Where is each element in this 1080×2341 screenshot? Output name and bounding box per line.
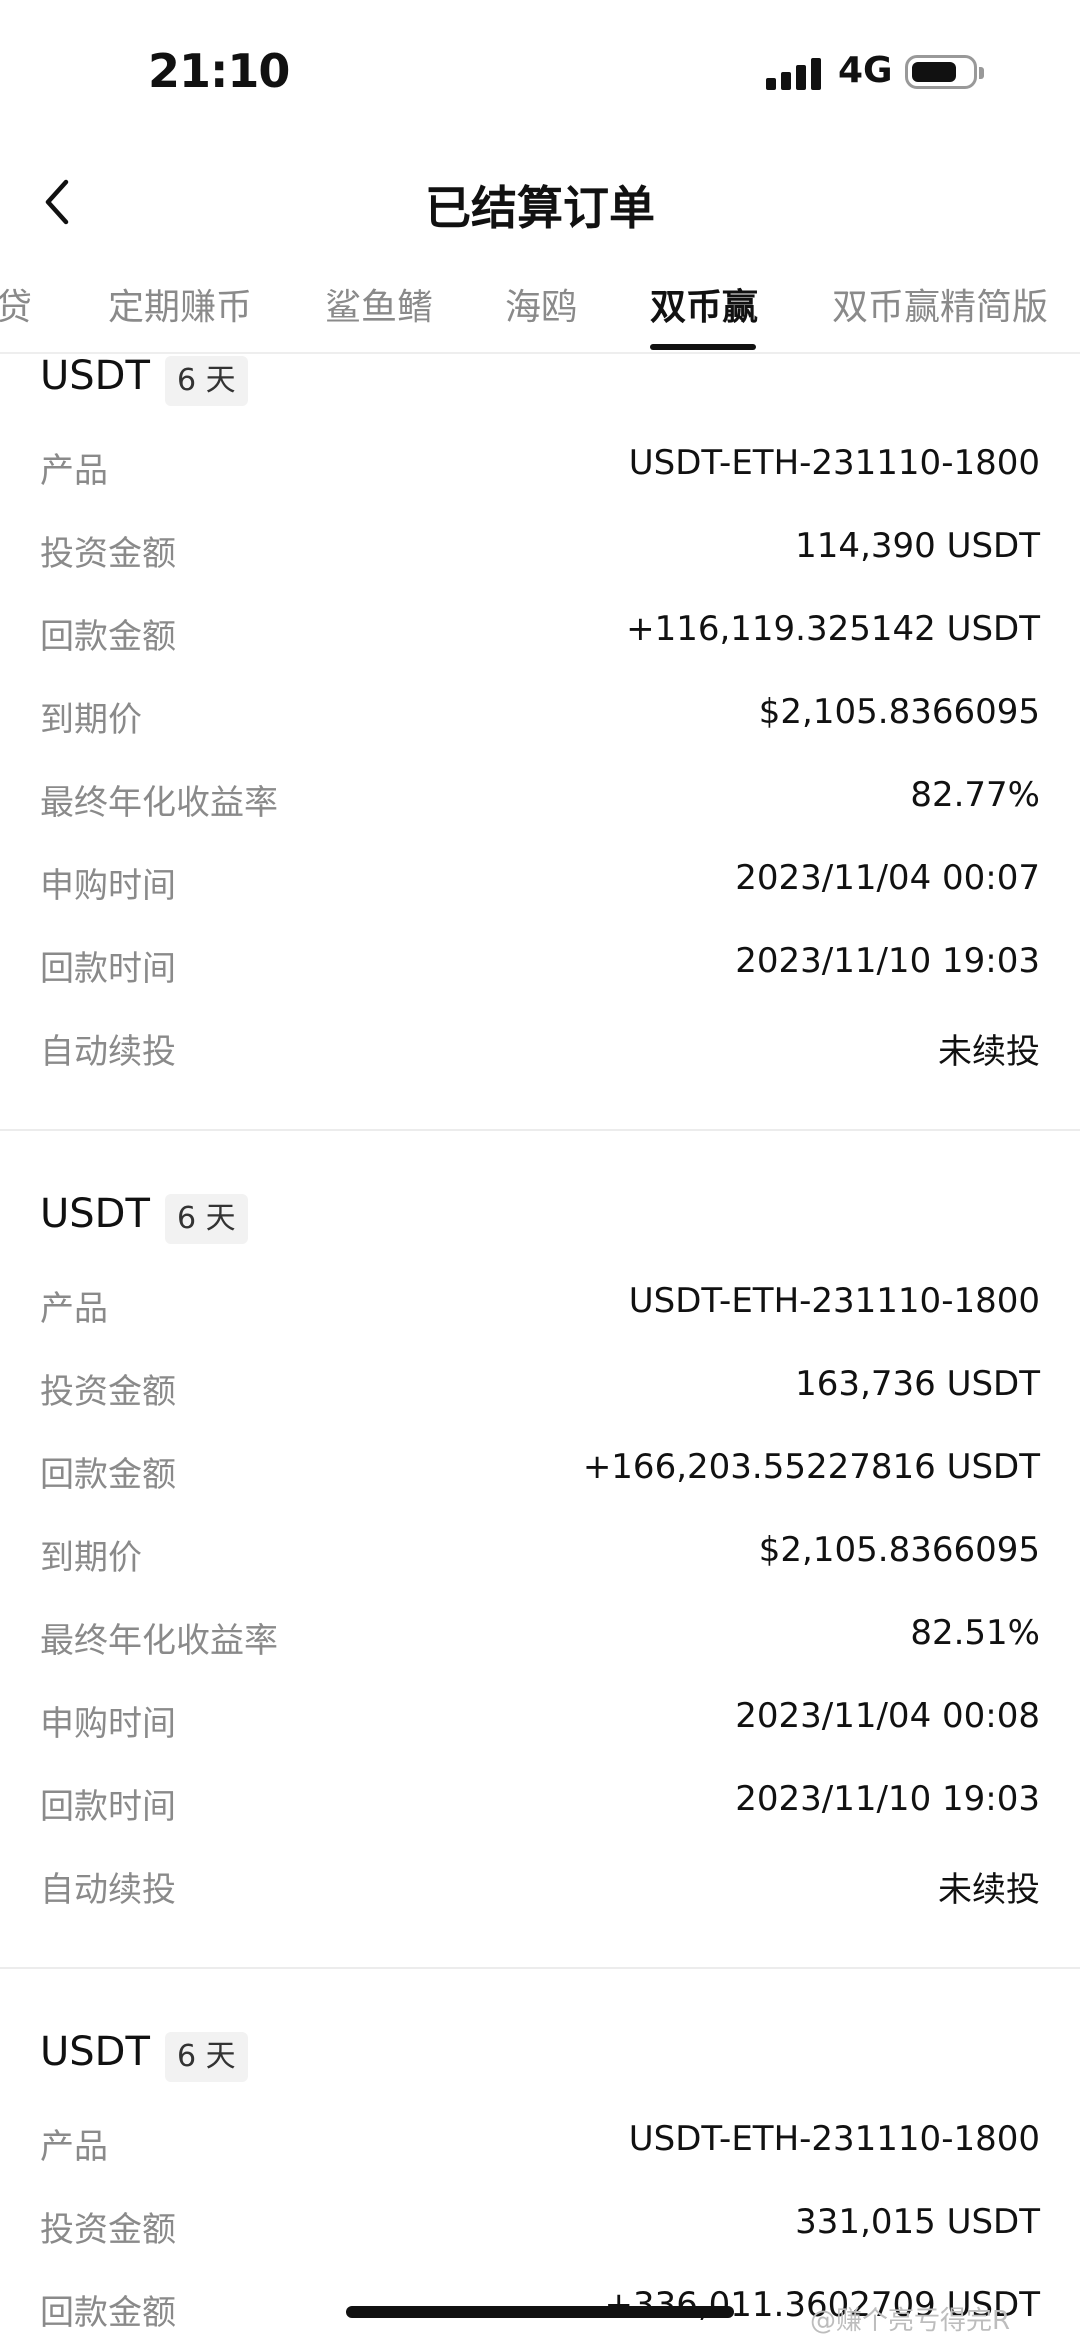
home-indicator[interactable] xyxy=(346,2306,734,2318)
row-value: 未续投 xyxy=(938,1870,1040,1910)
row-value: 82.77% xyxy=(910,775,1040,815)
detail-row-product: 产品 USDT-ETH-231110-1800 xyxy=(40,1281,1040,1341)
detail-row-auto-reinvest: 自动续投 未续投 xyxy=(40,1862,1040,1922)
term-badge: 6 天 xyxy=(165,356,248,406)
tab-dual-investment[interactable]: 双币赢 xyxy=(650,278,758,330)
row-value: 114,390 USDT xyxy=(795,526,1040,566)
detail-row-apr: 最终年化收益率 82.51% xyxy=(40,1613,1040,1673)
row-value: USDT-ETH-231110-1800 xyxy=(628,1281,1040,1321)
row-value: 2023/11/04 00:07 xyxy=(735,858,1040,898)
status-time: 21:10 xyxy=(148,44,290,98)
tab-shark-fin[interactable]: 鲨鱼鳍 xyxy=(325,278,433,330)
detail-row-payout: 回款金额 +116,119.325142 USDT xyxy=(40,609,1040,669)
row-value: +166,203.55227816 USDT xyxy=(582,1447,1040,1487)
tab-loan[interactable]: 贷 xyxy=(0,278,32,330)
active-tab-indicator xyxy=(650,344,756,350)
row-value: 82.51% xyxy=(910,1613,1040,1653)
row-value: USDT-ETH-231110-1800 xyxy=(628,443,1040,483)
tab-dual-investment-lite[interactable]: 双币赢精简版 xyxy=(832,278,1048,330)
detail-row-payout: 回款金额 +166,203.55227816 USDT xyxy=(40,1447,1040,1507)
network-type: 4G xyxy=(838,50,893,91)
row-value: 163,736 USDT xyxy=(795,1364,1040,1404)
detail-row-subscribe-time: 申购时间 2023/11/04 00:08 xyxy=(40,1696,1040,1756)
row-value: USDT-ETH-231110-1800 xyxy=(628,2119,1040,2159)
row-label: 产品 xyxy=(40,1289,108,1329)
nav-bar: 已结算订单 xyxy=(0,150,1080,260)
row-label: 申购时间 xyxy=(40,866,176,906)
row-label: 回款时间 xyxy=(40,949,176,989)
row-value: 未续投 xyxy=(938,1032,1040,1072)
divider xyxy=(0,1129,1080,1131)
divider xyxy=(0,1967,1080,1969)
signal-icon xyxy=(766,56,822,90)
detail-row-expiry-price: 到期价 $2,105.8366095 xyxy=(40,692,1040,752)
detail-row-auto-reinvest: 自动续投 未续投 xyxy=(40,1024,1040,1084)
row-value: 2023/11/04 00:08 xyxy=(735,1696,1040,1736)
row-label: 回款时间 xyxy=(40,1787,176,1827)
row-label: 自动续投 xyxy=(40,1032,176,1072)
detail-row-product: 产品 USDT-ETH-231110-1800 xyxy=(40,443,1040,503)
row-label: 产品 xyxy=(40,2127,108,2167)
detail-row-payout-time: 回款时间 2023/11/10 19:03 xyxy=(40,1779,1040,1839)
detail-row-apr: 最终年化收益率 82.77% xyxy=(40,775,1040,835)
row-label: 回款金额 xyxy=(40,1455,176,1495)
battery-icon xyxy=(905,55,984,89)
row-value: $2,105.8366095 xyxy=(758,692,1040,732)
detail-row-subscribe-time: 申购时间 2023/11/04 00:07 xyxy=(40,858,1040,918)
order-list[interactable]: USDT 6 天 产品 USDT-ETH-231110-1800 投资金额 114,… xyxy=(0,353,1080,2341)
detail-row-expiry-price: 到期价 $2,105.8366095 xyxy=(40,1530,1040,1590)
tab-seagull[interactable]: 海鸥 xyxy=(505,278,577,330)
row-label: 最终年化收益率 xyxy=(40,783,278,823)
row-value: 2023/11/10 19:03 xyxy=(735,1779,1040,1819)
row-value: 331,015 USDT xyxy=(795,2202,1040,2242)
row-label: 自动续投 xyxy=(40,1870,176,1910)
detail-row-investment: 投资金额 331,015 USDT xyxy=(40,2202,1040,2262)
order-coin: USDT xyxy=(40,353,150,399)
term-badge: 6 天 xyxy=(165,2032,248,2082)
row-label: 回款金额 xyxy=(40,617,176,657)
row-label: 最终年化收益率 xyxy=(40,1621,278,1661)
order-coin: USDT xyxy=(40,1191,150,1237)
detail-row-payout-time: 回款时间 2023/11/10 19:03 xyxy=(40,941,1040,1001)
row-label: 到期价 xyxy=(40,1538,142,1578)
detail-row-investment: 投资金额 114,390 USDT xyxy=(40,526,1040,586)
row-label: 投资金额 xyxy=(40,534,176,574)
row-label: 申购时间 xyxy=(40,1704,176,1744)
detail-row-product: 产品 USDT-ETH-231110-1800 xyxy=(40,2119,1040,2179)
tab-fixed-earn[interactable]: 定期赚币 xyxy=(108,278,252,330)
watermark: @赚个亮亏得完R xyxy=(810,2306,1011,2336)
row-value: +116,119.325142 USDT xyxy=(626,609,1040,649)
term-badge: 6 天 xyxy=(165,1194,248,1244)
row-label: 回款金额 xyxy=(40,2293,176,2333)
row-label: 产品 xyxy=(40,451,108,491)
status-bar: 21:10 4G xyxy=(0,0,1080,150)
order-coin: USDT xyxy=(40,2029,150,2075)
tab-bar: 贷 定期赚币 鲨鱼鳍 海鸥 双币赢 双币赢精简版 xyxy=(0,262,1080,354)
page-title: 已结算订单 xyxy=(425,181,655,235)
row-label: 投资金额 xyxy=(40,2210,176,2250)
row-value: $2,105.8366095 xyxy=(758,1530,1040,1570)
row-label: 投资金额 xyxy=(40,1372,176,1412)
row-value: 2023/11/10 19:03 xyxy=(735,941,1040,981)
row-label: 到期价 xyxy=(40,700,142,740)
detail-row-investment: 投资金额 163,736 USDT xyxy=(40,1364,1040,1424)
